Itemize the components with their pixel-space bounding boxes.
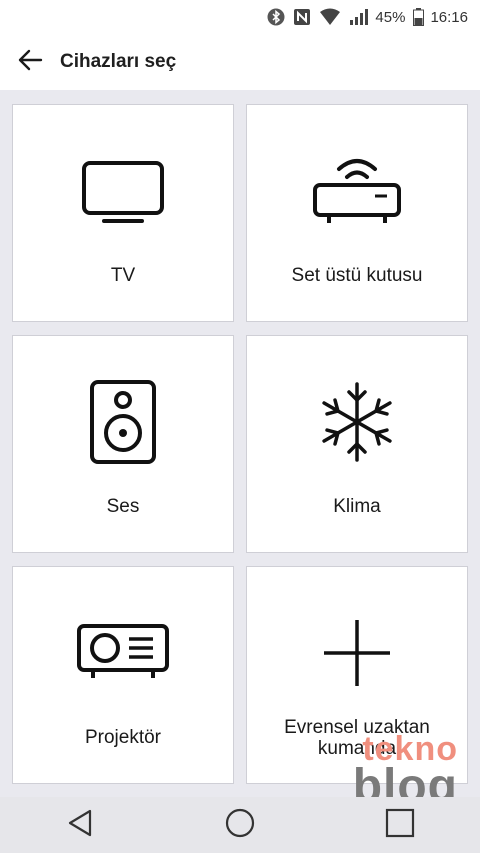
nav-back-button[interactable] [50,797,110,853]
home-circle-icon [224,807,256,844]
projector-icon [13,613,233,693]
battery-icon [413,8,425,26]
device-label: Evrensel uzaktan kumanda [284,717,430,759]
clock: 16:16 [430,8,468,26]
device-tile-set-top-box[interactable]: Set üstü kutusu [246,104,468,322]
device-label: Projektör [84,727,162,748]
device-tile-audio[interactable]: Ses [12,335,234,553]
device-label: TV [110,265,136,286]
back-button[interactable] [2,34,58,90]
device-label: Ses [106,496,140,517]
navigation-bar [0,797,480,853]
battery-percent: 45% [375,8,406,26]
page-title: Cihazları seç [60,51,177,72]
device-tile-projector[interactable]: Projektör [12,566,234,784]
arrow-left-icon [17,48,43,77]
app-bar: Cihazları seç [0,34,480,90]
bluetooth-icon [267,8,285,26]
device-tile-air-conditioner[interactable]: Klima [246,335,468,553]
device-grid: TV Set üstü kutusu Ses Klima Projektör E… [0,90,480,797]
nfc-icon [293,8,311,26]
device-tile-universal-remote[interactable]: Evrensel uzaktan kumanda [246,566,468,784]
nav-recents-button[interactable] [370,797,430,853]
wifi-icon [319,8,341,26]
nav-home-button[interactable] [210,797,270,853]
status-bar: 45% 16:16 [0,0,480,34]
speaker-icon [13,380,233,464]
back-triangle-icon [66,808,94,843]
device-tile-tv[interactable]: TV [12,104,234,322]
tv-icon [13,151,233,231]
set-top-box-icon [247,151,467,231]
device-label: Set üstü kutusu [291,265,423,286]
device-label: Klima [333,496,381,517]
snowflake-icon [247,382,467,462]
recents-square-icon [385,808,415,843]
plus-icon [247,613,467,693]
signal-icon [349,8,369,26]
